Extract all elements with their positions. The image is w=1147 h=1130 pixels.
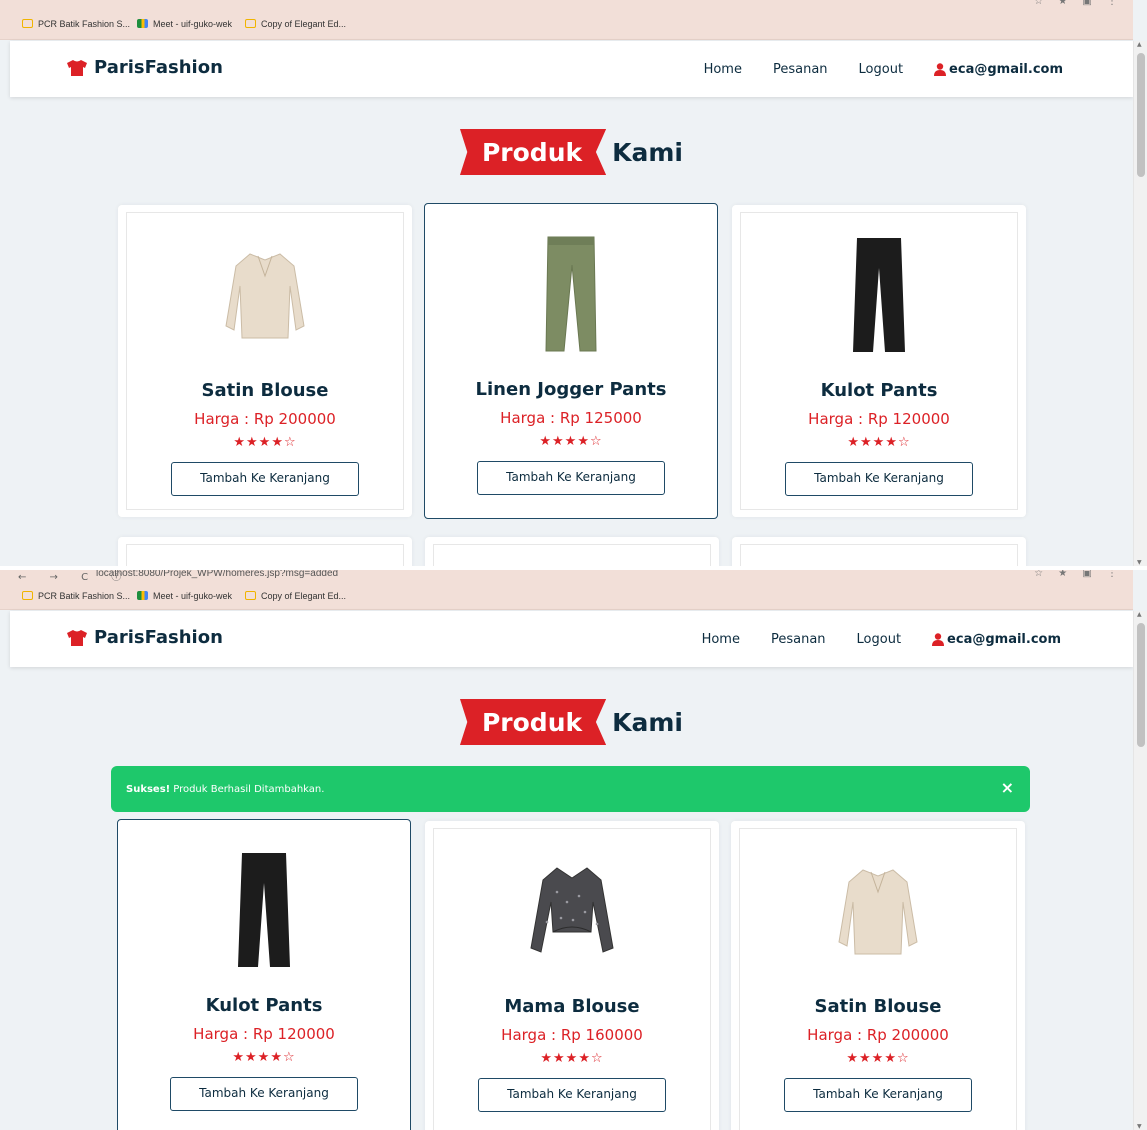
- product-card: Satin Blouse Harga : Rp 200000 ★★★★☆ Tam…: [118, 205, 412, 517]
- address-bar[interactable]: ← → C ⓘ localhost:8080/Projek_WPW/homere…: [0, 570, 1133, 582]
- product-name: Satin Blouse: [201, 380, 329, 401]
- nav-logout[interactable]: Logout: [857, 632, 902, 647]
- product-card: Kulot Pants Harga : Rp 120000 ★★★★☆ Tamb…: [732, 205, 1026, 517]
- brand-logo[interactable]: ParisFashion: [66, 57, 223, 78]
- tshirt-icon: [66, 59, 88, 77]
- nav-home[interactable]: Home: [702, 632, 740, 647]
- product-name: Mama Blouse: [504, 996, 640, 1017]
- brand-name: ParisFashion: [94, 57, 223, 78]
- add-to-cart-button[interactable]: Tambah Ke Keranjang: [170, 1077, 358, 1111]
- folder-icon: [22, 19, 33, 28]
- user-account[interactable]: eca@gmail.com: [934, 62, 1063, 77]
- success-alert: Sukses! Produk Berhasil Ditambahkan. ×: [111, 766, 1030, 812]
- meet-icon: [137, 591, 148, 600]
- product-rating: ★★★★☆: [846, 1051, 910, 1066]
- product-name: Kulot Pants: [820, 380, 938, 401]
- product-name: Kulot Pants: [205, 995, 323, 1016]
- product-rating: ★★★★☆: [232, 1050, 296, 1065]
- alert-message: Produk Berhasil Ditambahkan.: [173, 783, 325, 795]
- scrollbar[interactable]: ▲ ▼: [1133, 611, 1147, 1130]
- scrollbar-thumb[interactable]: [1137, 623, 1145, 747]
- brand-name: ParisFashion: [94, 627, 223, 648]
- browser-actions[interactable]: ☆ ★ ▣ ⋮: [1034, 0, 1123, 7]
- product-card: [118, 537, 412, 566]
- nav-home[interactable]: Home: [704, 62, 742, 77]
- url-text[interactable]: localhost:8080/Projek_WPW/homeres.jsp?ms…: [96, 570, 338, 579]
- product-card: Linen Jogger Pants Harga : Rp 125000 ★★★…: [424, 203, 718, 519]
- product-image-kulot-pants: [732, 231, 1026, 361]
- page-content: ParisFashion Home Pesanan Logout eca@gma…: [10, 611, 1133, 1130]
- title-ribbon: Produk: [459, 699, 607, 745]
- add-to-cart-button[interactable]: Tambah Ke Keranjang: [477, 461, 665, 495]
- product-card: [732, 537, 1026, 566]
- nav-pesanan[interactable]: Pesanan: [771, 632, 826, 647]
- add-to-cart-button[interactable]: Tambah Ke Keranjang: [784, 1078, 972, 1112]
- scrollbar[interactable]: ▲ ▼: [1133, 41, 1147, 566]
- page-content: ParisFashion Home Pesanan Logout eca@gma…: [10, 41, 1133, 566]
- product-rating: ★★★★☆: [233, 435, 297, 450]
- product-rating: ★★★★☆: [847, 435, 911, 450]
- product-rating: ★★★★☆: [539, 434, 603, 449]
- product-price: Harga : Rp 120000: [193, 1025, 335, 1043]
- product-rating: ★★★★☆: [540, 1051, 604, 1066]
- slides-icon: [245, 591, 256, 600]
- product-card: [425, 537, 719, 566]
- product-image-jogger-pants: [425, 230, 717, 360]
- title-rest: Kami: [612, 137, 684, 167]
- product-image-kulot-pants: [118, 846, 410, 976]
- nav-menu: Home Pesanan Logout eca@gmail.com: [702, 611, 1061, 667]
- slides-icon: [245, 19, 256, 28]
- brand-logo[interactable]: ParisFashion: [66, 627, 223, 648]
- product-image-mama-blouse: [425, 847, 719, 977]
- product-price: Harga : Rp 120000: [808, 410, 950, 428]
- nav-menu: Home Pesanan Logout eca@gmail.com: [704, 41, 1063, 97]
- product-price: Harga : Rp 160000: [501, 1026, 643, 1044]
- bookmark-pcr[interactable]: PCR Batik Fashion S...: [22, 8, 130, 39]
- add-to-cart-button[interactable]: Tambah Ke Keranjang: [171, 462, 359, 496]
- alert-strong: Sukses!: [126, 783, 171, 795]
- user-email: eca@gmail.com: [947, 631, 1061, 647]
- meet-icon: [137, 19, 148, 28]
- user-account[interactable]: eca@gmail.com: [932, 632, 1061, 647]
- close-icon[interactable]: ×: [1001, 778, 1014, 798]
- title-rest: Kami: [612, 707, 684, 737]
- product-name: Linen Jogger Pants: [475, 379, 667, 400]
- bookmark-slides[interactable]: Copy of Elegant Ed...: [245, 582, 346, 609]
- product-price: Harga : Rp 200000: [194, 410, 336, 428]
- nav-pesanan[interactable]: Pesanan: [773, 62, 828, 77]
- product-image-satin-blouse: [118, 231, 412, 361]
- navbar: ParisFashion Home Pesanan Logout eca@gma…: [10, 41, 1133, 97]
- add-to-cart-button[interactable]: Tambah Ke Keranjang: [478, 1078, 666, 1112]
- bookmarks-bar: PCR Batik Fashion S... Meet - uif-guko-w…: [0, 582, 1133, 610]
- bookmark-meet[interactable]: Meet - uif-guko-wek: [137, 582, 232, 609]
- screenshot-top: ☆ ★ ▣ ⋮ PCR Batik Fashion S... Meet - ui…: [0, 0, 1147, 566]
- product-image-satin-blouse: [731, 847, 1025, 977]
- user-icon: [934, 62, 947, 76]
- user-email: eca@gmail.com: [949, 61, 1063, 77]
- product-card: Satin Blouse Harga : Rp 200000 ★★★★☆ Tam…: [731, 821, 1025, 1130]
- bookmark-meet[interactable]: Meet - uif-guko-wek: [137, 8, 232, 39]
- bookmarks-bar: PCR Batik Fashion S... Meet - uif-guko-w…: [0, 8, 1133, 40]
- product-card: Kulot Pants Harga : Rp 120000 ★★★★☆ Tamb…: [117, 819, 411, 1130]
- address-bar[interactable]: ☆ ★ ▣ ⋮: [0, 0, 1133, 8]
- add-to-cart-button[interactable]: Tambah Ke Keranjang: [785, 462, 973, 496]
- bookmark-slides[interactable]: Copy of Elegant Ed...: [245, 8, 346, 39]
- section-title: Produk Kami: [10, 699, 1133, 745]
- browser-actions[interactable]: ☆ ★ ▣ ⋮: [1034, 570, 1123, 579]
- tshirt-icon: [66, 629, 88, 647]
- product-price: Harga : Rp 200000: [807, 1026, 949, 1044]
- bookmark-pcr[interactable]: PCR Batik Fashion S...: [22, 582, 130, 609]
- title-ribbon: Produk: [459, 129, 607, 175]
- product-card: Mama Blouse Harga : Rp 160000 ★★★★☆ Tamb…: [425, 821, 719, 1130]
- nav-logout[interactable]: Logout: [859, 62, 904, 77]
- scrollbar-thumb[interactable]: [1137, 53, 1145, 177]
- user-icon: [932, 632, 945, 646]
- product-name: Satin Blouse: [814, 996, 942, 1017]
- section-title: Produk Kami: [10, 129, 1133, 175]
- navbar: ParisFashion Home Pesanan Logout eca@gma…: [10, 611, 1133, 667]
- product-price: Harga : Rp 125000: [500, 409, 642, 427]
- screenshot-bottom: ← → C ⓘ localhost:8080/Projek_WPW/homere…: [0, 570, 1147, 1130]
- folder-icon: [22, 591, 33, 600]
